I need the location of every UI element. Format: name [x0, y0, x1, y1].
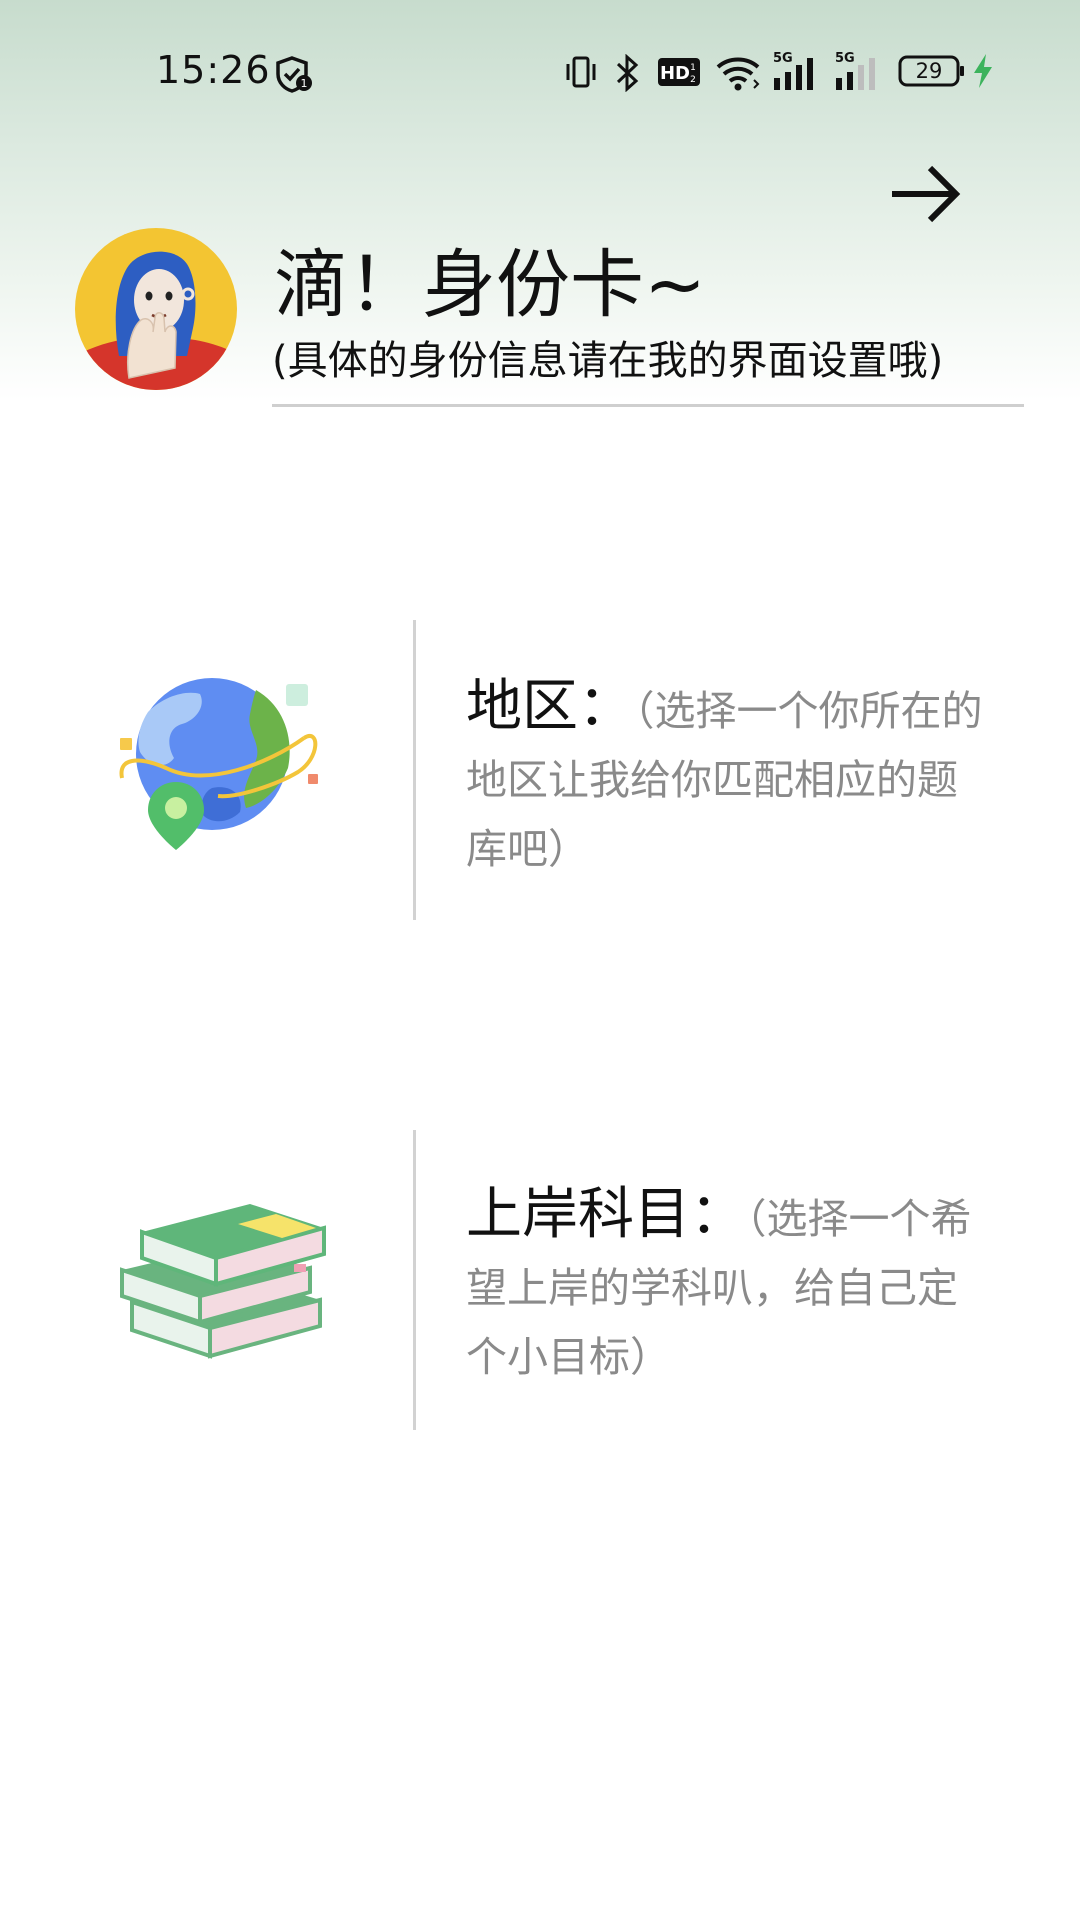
svg-text:2: 2: [690, 75, 696, 85]
charging-icon: [970, 52, 996, 94]
hd-voice-icon: HD 1 2: [657, 56, 701, 92]
card-divider: [413, 620, 416, 920]
region-card[interactable]: 地区：（选择一个你所在的地区让我给你匹配相应的题库吧）: [0, 620, 1080, 920]
page-subtitle: (具体的身份信息请在我的界面设置哦): [272, 338, 944, 384]
battery-level: 29: [915, 59, 943, 83]
svg-text:1: 1: [301, 77, 308, 90]
svg-text:HD: HD: [660, 63, 690, 84]
signal-icon: 5G: [772, 48, 820, 98]
region-text: 地区：（选择一个你所在的地区让我给你匹配相应的题库吧）: [466, 676, 986, 888]
next-arrow-button[interactable]: [884, 158, 968, 230]
wifi-icon: [714, 54, 762, 96]
avatar[interactable]: [75, 228, 237, 390]
subject-text: 上岸科目：（选择一个希望上岸的学科叭，给自己定个小目标）: [466, 1184, 986, 1396]
vibrate-icon: [563, 54, 599, 94]
svg-text:1: 1: [690, 63, 696, 73]
subject-card[interactable]: 上岸科目：（选择一个希望上岸的学科叭，给自己定个小目标）: [0, 1130, 1080, 1430]
svg-text:5G: 5G: [835, 51, 855, 66]
subject-title: 上岸科目：: [466, 1182, 746, 1247]
bluetooth-icon: [612, 53, 642, 96]
status-time: 15:26: [156, 48, 271, 92]
header-divider: [272, 404, 1024, 407]
status-bar: 15:26 1 HD 1 2 5G 5G 29: [0, 40, 1080, 110]
region-title: 地区：: [466, 674, 634, 739]
card-divider: [413, 1130, 416, 1430]
page-title: 滴！身份卡~: [274, 242, 707, 328]
battery-icon: 29: [898, 54, 966, 88]
signal-icon: 5G: [834, 48, 882, 98]
shield-badge-icon: 1: [274, 54, 314, 98]
globe-location-icon: [108, 668, 328, 872]
arrow-right-icon: [892, 165, 961, 223]
svg-text:5G: 5G: [773, 51, 793, 66]
books-icon: [112, 1184, 332, 1378]
